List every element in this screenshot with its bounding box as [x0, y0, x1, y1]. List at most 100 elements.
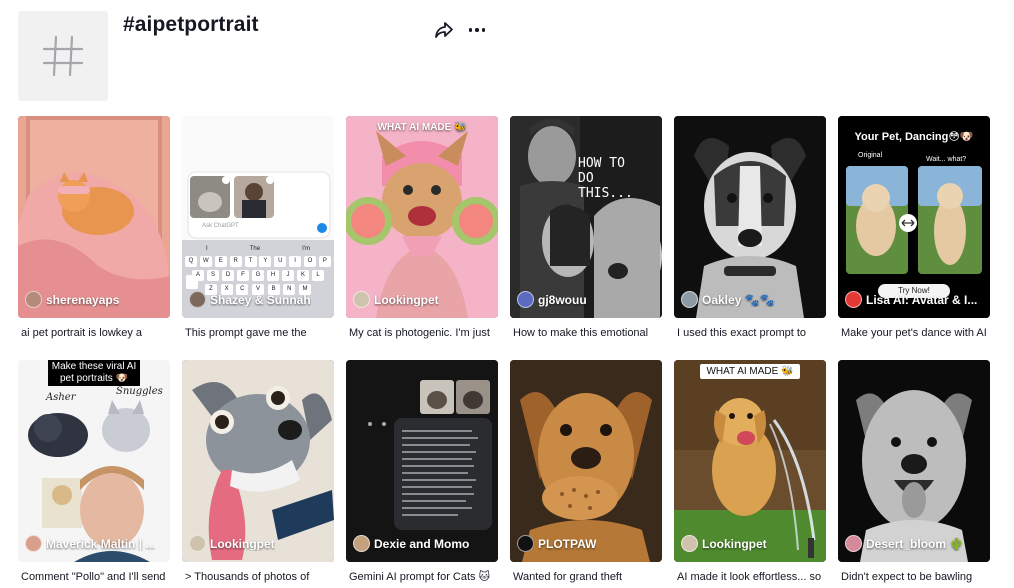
key[interactable]: P [318, 256, 331, 267]
video-card[interactable]: Desert_bloom 🌵 Didn't expect to be bawli… [838, 360, 990, 588]
key[interactable]: O [304, 256, 316, 267]
more-icon [468, 28, 486, 32]
video-card[interactable]: WHAT AI MADE 🐝 Lookingpet AI made it loo… [674, 360, 826, 588]
key[interactable]: L [312, 270, 324, 281]
avatar [353, 291, 370, 308]
author-name[interactable]: Oakley 🐾🐾 [702, 293, 775, 307]
man-and-dog-image [510, 116, 662, 318]
keyboard-row: A S D F G H J K L [185, 270, 331, 281]
dog-portrait-image [674, 116, 826, 318]
avatar [845, 535, 862, 552]
author-name[interactable]: PLOTPAW [538, 537, 596, 551]
hashtag-icon [42, 35, 84, 77]
suggestion[interactable]: The [250, 246, 260, 252]
suggestion[interactable]: I [206, 246, 208, 252]
avatar [681, 535, 698, 552]
key[interactable]: K [297, 270, 309, 281]
video-caption: Comment "Pollo" and I'll send [21, 571, 166, 583]
more-options-button[interactable] [466, 19, 488, 41]
author-name[interactable]: sherenayaps [46, 293, 119, 307]
overlay-caption: HOW TO DO THIS... [578, 156, 633, 201]
dog-with-cookie-image [510, 360, 662, 562]
tag-header: #aipetportrait [18, 11, 1008, 103]
video-thumbnail[interactable]: WHAT AI MADE 🐝 Lookingpet [346, 116, 498, 318]
suggestion[interactable]: I'm [302, 246, 310, 252]
video-thumbnail[interactable]: Ask ChatGPT I The I'm Q W E R T Y U I O [182, 116, 334, 318]
video-caption: Didn't expect to be bawling [841, 571, 973, 583]
video-caption: Make your pet's dance with AI [841, 327, 987, 339]
author-name[interactable]: Shazey & Sunnah [210, 293, 311, 307]
key[interactable]: E [214, 256, 227, 267]
key[interactable]: J [282, 270, 294, 281]
pet-name-left: Asher [46, 392, 76, 403]
avatar [517, 291, 534, 308]
video-card[interactable]: PLOTPAW Wanted for grand theft [510, 360, 662, 588]
video-thumbnail[interactable]: Make these viral AI pet portraits 🐶 Ashe… [18, 360, 170, 562]
video-card[interactable]: Oakley 🐾🐾 I used this exact prompt to [674, 116, 826, 360]
keyboard-row: Q W E R T Y U I O P [185, 256, 331, 267]
original-label: Original [858, 152, 883, 159]
video-card[interactable]: Your Pet, Dancing😳🐶 Original Wait... wha… [838, 116, 990, 360]
video-card[interactable]: sherenayaps ai pet portrait is lowkey a [18, 116, 170, 360]
share-icon [435, 22, 453, 38]
video-caption: ai pet portrait is lowkey a [21, 327, 143, 339]
video-thumbnail[interactable]: HOW TO DO THIS... gj8wouu [510, 116, 662, 318]
overlay-caption: WHAT AI MADE 🐝 [377, 122, 467, 133]
author-name[interactable]: Lookingpet [702, 537, 767, 551]
key[interactable]: Q [185, 256, 197, 267]
key[interactable]: U [274, 256, 287, 267]
greyhound-caricature-image [182, 360, 334, 562]
video-thumbnail[interactable]: Your Pet, Dancing😳🐶 Original Wait... wha… [838, 116, 990, 318]
keyboard: I The I'm Q W E R T Y U I O P A S D F G … [185, 246, 331, 295]
video-thumbnail[interactable]: PLOTPAW [510, 360, 662, 562]
cat-with-guava-image [346, 116, 498, 318]
avatar [681, 291, 698, 308]
key[interactable]: W [199, 256, 212, 267]
key[interactable]: Y [259, 256, 272, 267]
key[interactable]: G [252, 270, 264, 281]
author-name[interactable]: Dexie and Momo [374, 537, 469, 551]
video-card[interactable]: Ask ChatGPT I The I'm Q W E R T Y U I O [182, 116, 334, 360]
overlay-caption: Your Pet, Dancing😳🐶 [854, 131, 974, 143]
author-name[interactable]: Lisa AI: Avatar & I... [866, 293, 977, 307]
video-caption: Gemini AI prompt for Cats 🐱 [349, 571, 491, 583]
author-name[interactable]: Maverick Maltin | ... [46, 537, 155, 551]
video-thumbnail[interactable]: sherenayaps [18, 116, 170, 318]
video-thumbnail[interactable]: WHAT AI MADE 🐝 Lookingpet [674, 360, 826, 562]
key[interactable]: T [244, 256, 257, 267]
share-button[interactable] [433, 19, 455, 41]
avatar [845, 291, 862, 308]
video-caption: AI made it look effortless... so [677, 571, 822, 583]
video-thumbnail[interactable]: Dexie and Momo [346, 360, 498, 562]
overlay-caption-text: WHAT AI MADE 🐝 [700, 364, 800, 379]
sleeping-cat-image [18, 116, 170, 318]
video-card[interactable]: Lookingpet > Thousands of photos of [182, 360, 334, 588]
video-thumbnail[interactable]: Lookingpet [182, 360, 334, 562]
avatar [25, 535, 42, 552]
author-name[interactable]: gj8wouu [538, 293, 587, 307]
key[interactable]: S [207, 270, 219, 281]
video-card[interactable]: WHAT AI MADE 🐝 Lookingpet My cat is phot… [346, 116, 498, 360]
video-thumbnail[interactable]: Desert_bloom 🌵 [838, 360, 990, 562]
author-name[interactable]: Lookingpet [210, 537, 275, 551]
author-name[interactable]: Desert_bloom 🌵 [866, 537, 964, 551]
key[interactable]: I [289, 256, 302, 267]
video-caption: Wanted for grand theft [513, 571, 623, 583]
key[interactable]: D [222, 270, 234, 281]
author-name[interactable]: Lookingpet [374, 293, 439, 307]
dog-with-sprinkler-image [674, 360, 826, 562]
key[interactable]: H [267, 270, 279, 281]
key[interactable]: R [229, 256, 242, 267]
video-card[interactable]: Dexie and Momo Gemini AI prompt for Cats… [346, 360, 498, 588]
key[interactable]: F [237, 270, 249, 281]
key[interactable]: A [192, 270, 204, 281]
video-caption: This prompt gave me the [185, 327, 307, 339]
overlay-caption: WHAT AI MADE 🐝 [674, 364, 826, 379]
video-card[interactable]: HOW TO DO THIS... gj8wouu How to make th… [510, 116, 662, 360]
video-card[interactable]: Make these viral AI pet portraits 🐶 Ashe… [18, 360, 170, 588]
video-thumbnail[interactable]: Oakley 🐾🐾 [674, 116, 826, 318]
avatar [353, 535, 370, 552]
hashtag-avatar [18, 11, 108, 101]
video-caption: I used this exact prompt to [677, 327, 807, 339]
avatar [189, 291, 206, 308]
